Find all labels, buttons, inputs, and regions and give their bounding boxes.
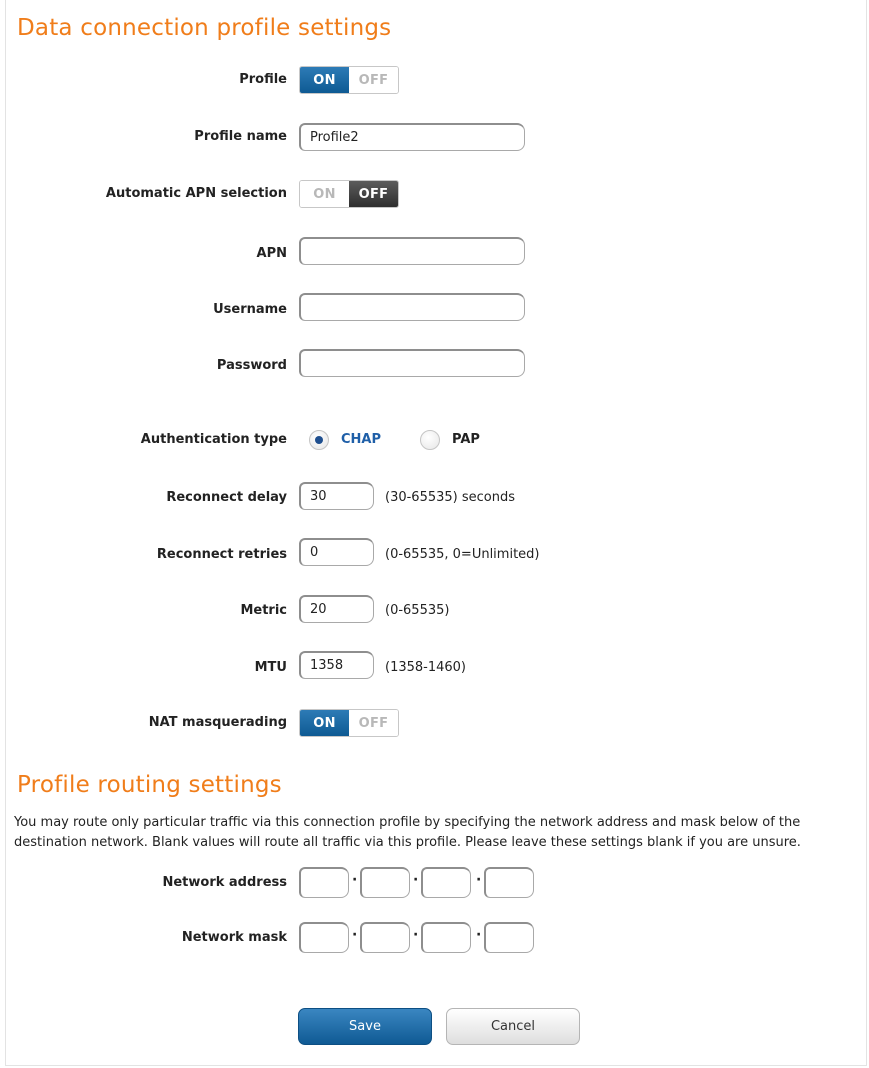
ip-separator: · [476,872,482,888]
cancel-button[interactable]: Cancel [446,1008,580,1045]
save-button[interactable]: Save [298,1008,432,1045]
ip-separator: · [413,927,419,943]
ip-separator: · [352,927,358,943]
auth-type-label: Authentication type [140,432,287,447]
auto-apn-toggle[interactable]: ON OFF [299,180,399,208]
username-input[interactable] [299,293,525,321]
auto-apn-toggle-off[interactable]: OFF [349,181,398,207]
ip-separator: · [413,872,419,888]
nat-toggle[interactable]: ON OFF [299,709,399,737]
mtu-hint: (1358-1460) [385,660,467,675]
reconnect-retries-input[interactable] [299,538,374,566]
radio-selected-dot [315,436,323,444]
nat-toggle-on[interactable]: ON [300,710,349,736]
routing-description: You may route only particular traffic vi… [14,815,801,850]
network-address-octet-4[interactable] [484,867,534,898]
mtu-label: MTU [254,660,287,675]
reconnect-delay-input[interactable] [299,482,374,510]
network-address-octet-3[interactable] [421,867,471,898]
metric-hint: (0-65535) [385,603,450,618]
metric-label: Metric [240,603,287,618]
chap-label[interactable]: CHAP [341,432,381,447]
network-address-octet-2[interactable] [360,867,410,898]
auto-apn-toggle-on[interactable]: ON [300,181,349,207]
apn-label: APN [256,246,287,261]
network-address-octet-1[interactable] [299,867,349,898]
section-title-data-connection: Data connection profile settings [17,15,392,41]
reconnect-delay-label: Reconnect delay [166,490,287,505]
metric-input[interactable] [299,595,374,623]
profile-toggle-off[interactable]: OFF [349,67,398,93]
nat-toggle-off[interactable]: OFF [349,710,398,736]
password-label: Password [216,358,287,373]
username-label: Username [213,302,287,317]
network-mask-octet-4[interactable] [484,922,534,953]
network-mask-octet-3[interactable] [421,922,471,953]
profile-toggle[interactable]: ON OFF [299,66,399,94]
auto-apn-label: Automatic APN selection [105,186,287,201]
ip-separator: · [476,927,482,943]
network-mask-label: Network mask [181,930,287,945]
reconnect-retries-hint: (0-65535, 0=Unlimited) [385,547,540,562]
reconnect-delay-hint: (30-65535) seconds [385,490,515,505]
nat-label: NAT masquerading [148,715,287,730]
password-input[interactable] [299,349,525,377]
mtu-input[interactable] [299,651,374,679]
chap-radio[interactable] [309,430,329,450]
ip-separator: · [352,872,358,888]
pap-label[interactable]: PAP [452,432,480,447]
profile-toggle-on[interactable]: ON [300,67,349,93]
profile-name-label: Profile name [194,129,287,144]
page-frame [5,0,867,1066]
pap-radio[interactable] [420,430,440,450]
network-mask-octet-1[interactable] [299,922,349,953]
network-address-label: Network address [162,875,287,890]
reconnect-retries-label: Reconnect retries [156,547,287,562]
profile-name-input[interactable] [299,123,525,151]
section-title-routing: Profile routing settings [17,772,282,798]
apn-input[interactable] [299,237,525,265]
profile-label: Profile [239,72,287,87]
network-mask-octet-2[interactable] [360,922,410,953]
